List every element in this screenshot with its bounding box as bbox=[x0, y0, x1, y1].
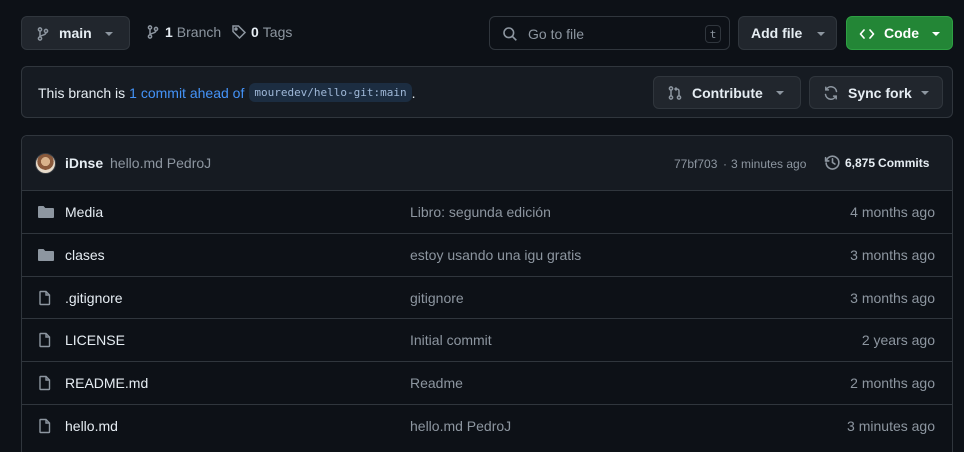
file-last-updated: 3 months ago bbox=[850, 289, 935, 306]
file-row[interactable]: hello.md hello.md PedroJ 3 minutes ago bbox=[22, 404, 952, 447]
file-commit-message-link[interactable]: estoy usando una igu gratis bbox=[410, 247, 581, 263]
banner-prefix: This branch is bbox=[38, 84, 126, 101]
file-name-link[interactable]: clases bbox=[65, 247, 105, 263]
file-name-link[interactable]: Media bbox=[65, 204, 103, 220]
tags-link[interactable]: 0 Tags bbox=[231, 24, 292, 40]
go-to-file-input[interactable]: Go to file t bbox=[489, 16, 730, 50]
git-branch-icon bbox=[35, 26, 51, 42]
folder-icon bbox=[37, 204, 55, 220]
history-icon bbox=[824, 154, 841, 171]
search-icon bbox=[502, 26, 518, 42]
sync-icon bbox=[823, 85, 839, 101]
tag-count: 0 bbox=[251, 24, 259, 40]
branch-label: Branch bbox=[176, 24, 222, 40]
branch-name: main bbox=[59, 25, 92, 41]
chevron-down-icon bbox=[817, 32, 825, 36]
add-file-label: Add file bbox=[751, 25, 803, 41]
commits-history-link[interactable]: 6,875 Commits bbox=[824, 154, 929, 171]
file-last-updated: 2 years ago bbox=[861, 332, 935, 349]
file-last-updated: 3 months ago bbox=[850, 246, 935, 263]
file-row[interactable]: .gitignore gitignore 3 months ago bbox=[22, 275, 952, 319]
contribute-label: Contribute bbox=[692, 85, 763, 101]
file-row[interactable]: LICENSE Initial commit 2 years ago bbox=[22, 318, 952, 361]
file-commit-message-link[interactable]: Libro: segunda edición bbox=[410, 204, 551, 220]
sync-fork-label: Sync fork bbox=[848, 85, 912, 101]
file-name-link[interactable]: LICENSE bbox=[65, 332, 125, 348]
upstream-branch-label[interactable]: mouredev/hello-git:main bbox=[249, 83, 412, 102]
git-branch-icon bbox=[145, 24, 161, 40]
file-row[interactable]: README.md Readme 2 months ago bbox=[22, 361, 952, 404]
file-commit-message-link[interactable]: Initial commit bbox=[410, 332, 492, 348]
file-name-link[interactable]: .gitignore bbox=[65, 290, 123, 306]
commit-message[interactable]: hello.md PedroJ bbox=[110, 155, 211, 171]
file-last-updated: 2 months ago bbox=[850, 375, 935, 392]
commit-hash[interactable]: 77bf703 bbox=[674, 157, 717, 171]
file-last-updated: 3 minutes ago bbox=[847, 418, 935, 434]
folder-icon bbox=[37, 247, 55, 263]
latest-commit-header: iDnse hello.md PedroJ 77bf703 · 3 minute… bbox=[22, 136, 952, 191]
file-icon bbox=[37, 290, 53, 306]
code-button[interactable]: Code bbox=[846, 16, 953, 50]
search-shortcut-key: t bbox=[705, 25, 721, 43]
branch-count: 1 bbox=[165, 24, 173, 40]
code-icon bbox=[859, 26, 875, 42]
banner-suffix: . bbox=[411, 84, 416, 101]
commits-count: 6,875 bbox=[845, 155, 876, 170]
file-row[interactable]: Media Libro: segunda edición 4 months ago bbox=[22, 190, 952, 233]
file-commit-message-link[interactable]: hello.md PedroJ bbox=[410, 418, 511, 434]
chevron-down-icon bbox=[776, 91, 784, 95]
file-icon bbox=[37, 418, 53, 434]
tag-icon bbox=[231, 24, 247, 40]
file-row[interactable]: clases estoy usando una igu gratis 3 month… bbox=[22, 232, 952, 276]
file-commit-message-link[interactable]: gitignore bbox=[410, 290, 464, 306]
file-icon bbox=[37, 332, 53, 348]
file-commit-message-link[interactable]: Readme bbox=[410, 375, 463, 391]
code-label: Code bbox=[884, 25, 919, 41]
file-icon bbox=[37, 375, 53, 391]
branch-status-banner: This branch is 1 commit ahead of mourede… bbox=[21, 66, 953, 118]
branch-selector-button[interactable]: main bbox=[21, 16, 130, 50]
chevron-down-icon bbox=[932, 32, 940, 36]
commits-ahead-link[interactable]: 1 commit ahead of bbox=[129, 85, 244, 101]
tag-label: Tags bbox=[262, 24, 293, 40]
branches-link[interactable]: 1 Branch bbox=[145, 24, 221, 40]
search-placeholder: Go to file bbox=[528, 26, 585, 42]
pull-request-icon bbox=[667, 85, 683, 101]
commit-separator: · bbox=[723, 157, 727, 171]
chevron-down-icon bbox=[105, 32, 113, 36]
file-last-updated: 4 months ago bbox=[850, 204, 935, 220]
commit-time: 3 minutes ago bbox=[731, 157, 807, 171]
sync-fork-button[interactable]: Sync fork bbox=[809, 76, 943, 109]
commits-label: Commits bbox=[878, 155, 930, 170]
file-name-link[interactable]: hello.md bbox=[65, 418, 118, 434]
file-name-link[interactable]: README.md bbox=[65, 375, 148, 391]
chevron-down-icon bbox=[921, 91, 929, 95]
contribute-button[interactable]: Contribute bbox=[653, 76, 801, 109]
avatar[interactable] bbox=[35, 153, 56, 174]
commit-author[interactable]: iDnse bbox=[65, 155, 103, 171]
add-file-button[interactable]: Add file bbox=[738, 16, 837, 50]
